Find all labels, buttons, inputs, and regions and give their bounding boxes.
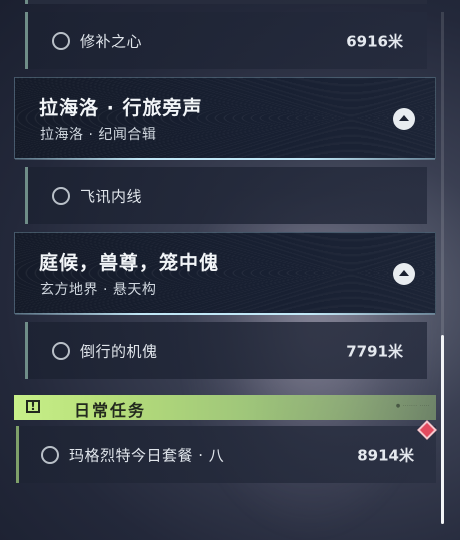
chapter-subtitle: 玄方地界 · 悬天构: [40, 282, 157, 298]
chapter-subtitle: 拉海洛 · 纪闻合辑: [40, 127, 157, 143]
quest-name: 修补之心: [80, 32, 143, 50]
quest-distance: 8914米: [357, 446, 414, 464]
chevron-up-icon[interactable]: [393, 108, 415, 130]
circle-outline-icon: [52, 186, 70, 205]
circle-outline-icon: [52, 341, 70, 360]
quest-name: 倒行的机傀: [80, 342, 158, 360]
daily-quests-header[interactable]: ! 日常任务 ● ······· ·····: [14, 395, 436, 420]
chapter-title: 庭候，兽尊，笼中傀: [39, 252, 220, 274]
quest-name: 飞讯内线: [80, 187, 143, 205]
circle-outline-icon: [41, 445, 59, 464]
chevron-up-icon[interactable]: [393, 263, 415, 285]
quest-distance: 7791米: [346, 342, 403, 360]
quest-list-panel: 修补之心 6916米 拉海洛 · 行旅旁声 拉海洛 · 纪闻合辑 飞讯内线 庭候…: [0, 0, 460, 540]
quest-row-mend-heart[interactable]: 修补之心 6916米: [25, 12, 427, 69]
quest-row-reverse-puppet[interactable]: 倒行的机傀 7791米: [25, 322, 427, 379]
quest-name: 玛格烈特今日套餐 · 八: [69, 446, 225, 464]
daily-quest-row[interactable]: 玛格烈特今日套餐 · 八 8914米: [16, 426, 436, 483]
circle-outline-icon: [52, 31, 70, 50]
quest-distance: 6916米: [346, 32, 403, 50]
list-top-edge: [25, 0, 427, 4]
exclamation-box-icon: !: [22, 397, 46, 418]
daily-header-label: 日常任务: [74, 401, 147, 420]
daily-header-fine-print: ● ······· ·····: [395, 403, 430, 409]
chapter-card-lahailuo[interactable]: 拉海洛 · 行旅旁声 拉海洛 · 纪闻合辑: [14, 77, 436, 160]
chapter-card-tinghou[interactable]: 庭候，兽尊，笼中傀 玄方地界 · 悬天构: [14, 232, 436, 315]
chapter-title: 拉海洛 · 行旅旁声: [39, 97, 203, 119]
quest-row-feixun[interactable]: 飞讯内线: [25, 167, 427, 224]
scrollbar-thumb[interactable]: [441, 335, 444, 524]
